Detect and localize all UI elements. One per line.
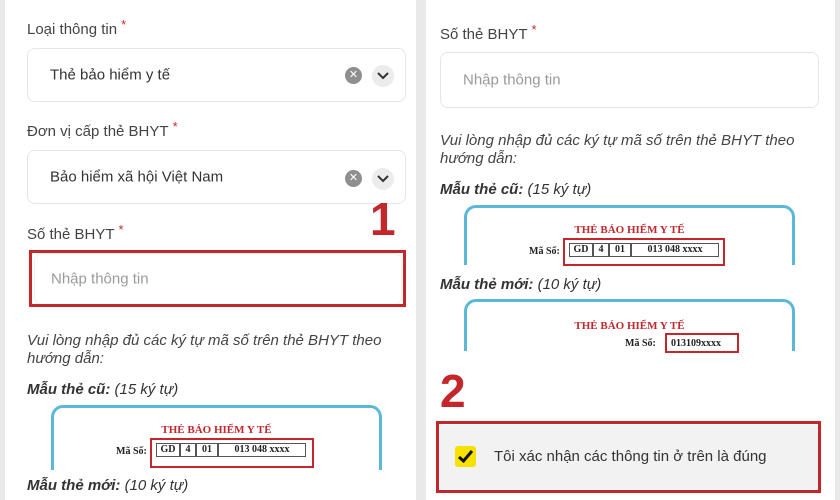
required-mark: * xyxy=(121,17,127,32)
old-sample-note: (15 ký tự) xyxy=(527,181,592,198)
card-title: THẺ BẢO HIỂM Y TẾ xyxy=(161,424,272,436)
hint-text: Vui lòng nhập đủ các ký tự mã số trên th… xyxy=(440,132,795,167)
code-cell: GD xyxy=(569,243,593,257)
code-cell: 4 xyxy=(593,243,609,257)
code-cell: 013 048 xxxx xyxy=(631,243,719,257)
chevron-down-icon[interactable] xyxy=(372,168,394,190)
old-sample-title: Mẫu thẻ cũ: xyxy=(440,181,524,198)
code-label: Mã Số: xyxy=(116,446,147,457)
info-type-label: Loại thông tin * xyxy=(27,17,126,38)
highlight-box-confirm xyxy=(436,421,821,493)
new-sample-note: (10 ký tự) xyxy=(537,276,602,293)
new-code-value: 013109xxxx xyxy=(671,338,721,349)
old-code-highlight: GD 4 01 013 048 xxxx xyxy=(150,438,314,468)
old-sample-note: (15 ký tự) xyxy=(114,381,179,398)
code-cell: 4 xyxy=(180,443,196,457)
old-sample-label: Mẫu thẻ cũ: (15 ký tự) xyxy=(27,381,178,398)
code-label: Mã Số: xyxy=(529,246,560,257)
new-sample-title: Mẫu thẻ mới: xyxy=(27,477,121,494)
code-cell: 01 xyxy=(196,443,218,457)
issuer-label-text: Đơn vị cấp thẻ BHYT xyxy=(27,123,169,140)
new-sample-title: Mẫu thẻ mới: xyxy=(440,276,534,293)
code-cell: 013 048 xxxx xyxy=(218,443,306,457)
hint-text: Vui lòng nhập đủ các ký tự mã số trên th… xyxy=(27,332,382,367)
old-card-sample: THẺ BẢO HIỂM Y TẾ Mã Số: GD 4 01 013 048… xyxy=(464,205,795,266)
chevron-down-icon[interactable] xyxy=(372,65,394,87)
step-1-marker: 1 xyxy=(370,193,396,245)
old-card-sample: THẺ BẢO HIỂM Y TẾ Mã Số: GD 4 01 013 048… xyxy=(51,405,382,470)
new-sample-note: (10 ký tự) xyxy=(124,477,189,494)
new-card-sample: THẺ BẢO HIỂM Y TẾ Mã Số: 013109xxxx xyxy=(464,299,795,353)
card-number-label: Số thẻ BHYT * xyxy=(27,222,124,243)
card-title: THẺ BẢO HIỂM Y TẾ xyxy=(574,224,685,236)
info-type-value: Thẻ bảo hiểm y tế xyxy=(50,66,171,84)
step-2-marker: 2 xyxy=(440,365,466,417)
card-number-input[interactable]: Nhập thông tin xyxy=(440,52,819,108)
old-sample-label: Mẫu thẻ cũ: (15 ký tự) xyxy=(440,181,591,198)
issuer-value: Bảo hiểm xã hội Việt Nam xyxy=(50,168,224,186)
highlight-box-card-number xyxy=(29,250,406,307)
required-mark: * xyxy=(118,222,124,237)
new-code-highlight: 013109xxxx xyxy=(665,333,739,353)
new-sample-label: Mẫu thẻ mới: (10 ký tự) xyxy=(27,477,189,494)
issuer-label: Đơn vị cấp thẻ BHYT * xyxy=(27,119,178,140)
old-sample-title: Mẫu thẻ cũ: xyxy=(27,381,111,398)
right-screen: Số thẻ BHYT * Nhập thông tin Vui lòng nhậ… xyxy=(426,0,835,500)
new-sample-label: Mẫu thẻ mới: (10 ký tự) xyxy=(440,276,601,293)
code-cell: GD xyxy=(156,443,180,457)
card-number-label: Số thẻ BHYT * xyxy=(440,22,537,43)
card-number-label-text: Số thẻ BHYT xyxy=(440,26,528,43)
card-number-placeholder: Nhập thông tin xyxy=(463,71,561,89)
info-type-select[interactable]: Thẻ bảo hiểm y tế ✕ xyxy=(27,48,406,102)
code-cell: 01 xyxy=(609,243,631,257)
card-title: THẺ BẢO HIỂM Y TẾ xyxy=(574,320,685,332)
issuer-select[interactable]: Bảo hiểm xã hội Việt Nam ✕ xyxy=(27,150,406,204)
required-mark: * xyxy=(172,119,178,134)
code-label: Mã Số: xyxy=(625,338,656,349)
card-number-label-text: Số thẻ BHYT xyxy=(27,226,115,243)
required-mark: * xyxy=(531,22,537,37)
old-code-highlight: GD 4 01 013 048 xxxx xyxy=(563,238,725,266)
clear-icon[interactable]: ✕ xyxy=(345,170,362,187)
left-screen: Loại thông tin * Thẻ bảo hiểm y tế ✕ Đơn … xyxy=(5,0,416,500)
info-type-label-text: Loại thông tin xyxy=(27,21,118,38)
clear-icon[interactable]: ✕ xyxy=(345,67,362,84)
